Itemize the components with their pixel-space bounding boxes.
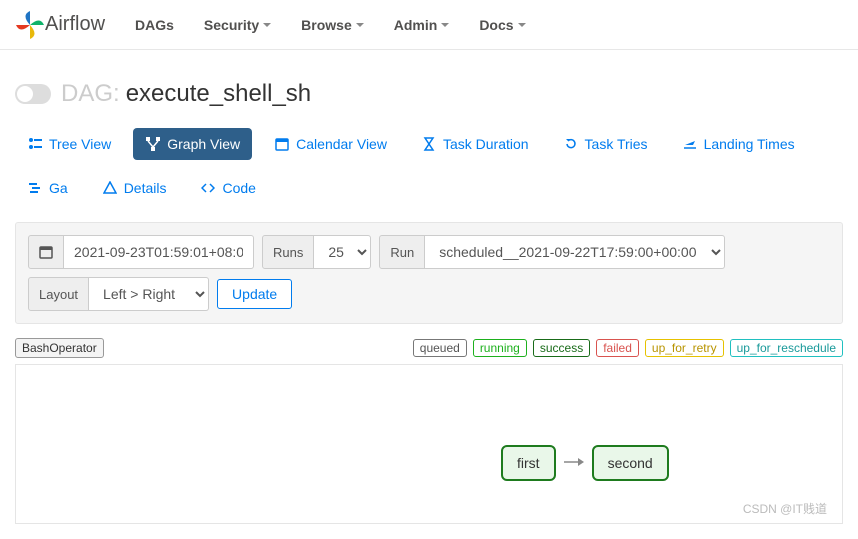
nav-admin[interactable]: Admin [394, 17, 450, 33]
chevron-down-icon [441, 23, 449, 27]
chevron-down-icon [263, 23, 271, 27]
tab-gantt[interactable]: Ga [15, 172, 80, 204]
operator-badge[interactable]: BashOperator [15, 338, 104, 358]
tab-calendar-view[interactable]: Calendar View [262, 128, 399, 160]
controls-panel: Runs 25 Run scheduled__2021-09-22T17:59:… [15, 222, 843, 324]
runs-label: Runs [262, 235, 314, 269]
tab-code[interactable]: Code [188, 172, 267, 204]
legend-failed[interactable]: failed [596, 339, 639, 357]
legend-up-for-retry[interactable]: up_for_retry [645, 339, 724, 357]
legend-queued[interactable]: queued [413, 339, 467, 357]
runs-select[interactable]: 25 [314, 235, 371, 269]
update-button[interactable]: Update [217, 279, 292, 309]
watermark: CSDN @IT贱道 [743, 500, 827, 517]
code-icon [200, 180, 216, 196]
legend-success[interactable]: success [533, 339, 590, 357]
task-node-second[interactable]: second [592, 445, 669, 481]
calendar-icon [274, 136, 290, 152]
graph-canvas[interactable]: first second CSDN @IT贱道 [15, 364, 843, 524]
run-label: Run [379, 235, 425, 269]
graph-icon [145, 136, 161, 152]
status-legend: queued running success failed up_for_ret… [413, 339, 843, 357]
tab-task-tries[interactable]: Task Tries [551, 128, 660, 160]
nav-docs[interactable]: Docs [479, 17, 525, 33]
execution-date-input[interactable] [64, 235, 254, 269]
legend-up-for-reschedule[interactable]: up_for_reschedule [730, 339, 843, 357]
tab-task-duration[interactable]: Task Duration [409, 128, 541, 160]
details-icon [102, 180, 118, 196]
calendar-icon [28, 235, 64, 269]
layout-select[interactable]: Left > Right [89, 277, 209, 311]
task-node-first[interactable]: first [501, 445, 556, 481]
chevron-down-icon [518, 23, 526, 27]
hourglass-icon [421, 136, 437, 152]
dag-label: DAG: [61, 80, 120, 108]
tree-icon [27, 136, 43, 152]
execution-date-field[interactable] [28, 235, 254, 269]
retry-icon [563, 136, 579, 152]
tab-graph-view[interactable]: Graph View [133, 128, 252, 160]
tab-landing-times[interactable]: Landing Times [670, 128, 807, 160]
gantt-icon [27, 180, 43, 196]
landing-icon [682, 136, 698, 152]
tab-details[interactable]: Details [90, 172, 179, 204]
dag-name: execute_shell_sh [126, 80, 311, 108]
arrow-icon [564, 455, 584, 471]
airflow-logo[interactable]: Airflow [15, 10, 105, 40]
pinwheel-icon [15, 10, 45, 40]
chevron-down-icon [356, 23, 364, 27]
run-select[interactable]: scheduled__2021-09-22T17:59:00+00:00 [425, 235, 725, 269]
dag-pause-toggle[interactable] [15, 84, 51, 104]
tab-tree-view[interactable]: Tree View [15, 128, 123, 160]
legend-running[interactable]: running [473, 339, 527, 357]
nav-dags[interactable]: DAGs [135, 17, 174, 33]
layout-label: Layout [28, 277, 89, 311]
brand-text: Airflow [45, 13, 105, 36]
nav-security[interactable]: Security [204, 17, 271, 33]
nav-browse[interactable]: Browse [301, 17, 364, 33]
